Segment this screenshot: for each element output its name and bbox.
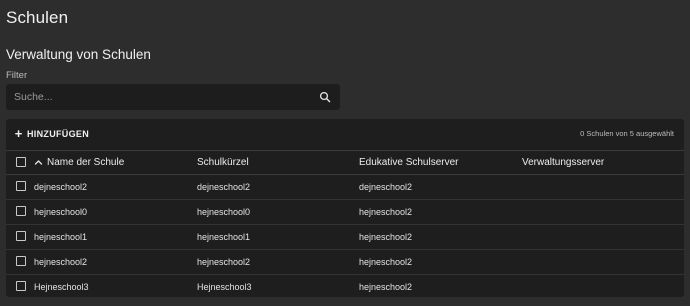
cell-school-code: Hejneschool3 [197, 282, 252, 292]
column-header-edu-server[interactable]: Edukative Schulserver [359, 151, 459, 174]
search-icon[interactable] [319, 91, 331, 103]
schools-table: + HINZUFÜGEN 0 Schulen von 5 ausgewählt … [6, 119, 684, 297]
add-school-button-label: HINZUFÜGEN [27, 129, 89, 139]
selection-status: 0 Schulen von 5 ausgewählt [580, 129, 674, 138]
add-school-button[interactable]: + HINZUFÜGEN [14, 127, 89, 141]
cell-school-name: Hejneschool3 [34, 282, 89, 292]
section-title: Verwaltung von Schulen [6, 47, 151, 62]
row-checkbox[interactable] [16, 206, 26, 216]
row-checkbox[interactable] [16, 281, 26, 291]
column-header-kurz[interactable]: Schulkürzel [197, 151, 249, 174]
cell-edu-server: hejneschool2 [359, 207, 413, 217]
table-header-row: Name der Schule Schulkürzel Edukative Sc… [6, 150, 684, 175]
cell-school-code: hejneschool2 [197, 257, 251, 267]
cell-edu-server: hejneschool2 [359, 282, 413, 292]
select-all-checkbox[interactable] [16, 157, 26, 167]
column-header-name[interactable]: Name der Schule [47, 151, 124, 174]
cell-school-code: hejneschool0 [197, 207, 251, 217]
cell-school-name: hejneschool0 [34, 207, 88, 217]
cell-school-code: dejneschool2 [197, 182, 251, 192]
filter-label: Filter [6, 70, 28, 81]
search-input[interactable] [14, 84, 314, 110]
cell-edu-server: hejneschool2 [359, 232, 413, 242]
cell-school-code: hejneschool1 [197, 232, 251, 242]
row-checkbox[interactable] [16, 181, 26, 191]
cell-edu-server: dejneschool2 [359, 182, 413, 192]
cell-edu-server: hejneschool2 [359, 257, 413, 267]
table-row[interactable]: hejneschool1 hejneschool1 hejneschool2 [6, 225, 684, 250]
cell-school-name: dejneschool2 [34, 182, 88, 192]
column-header-verw-server[interactable]: Verwaltungsserver [522, 151, 604, 174]
row-checkbox[interactable] [16, 231, 26, 241]
table-row[interactable]: hejneschool0 hejneschool0 hejneschool2 [6, 200, 684, 225]
search-box [6, 84, 340, 110]
table-row[interactable]: Hejneschool3 Hejneschool3 hejneschool2 [6, 275, 684, 297]
plus-icon: + [14, 126, 23, 141]
table-toolbar: + HINZUFÜGEN 0 Schulen von 5 ausgewählt [6, 119, 684, 150]
table-row[interactable]: dejneschool2 dejneschool2 dejneschool2 [6, 175, 684, 200]
table-row[interactable]: hejneschool2 hejneschool2 hejneschool2 [6, 250, 684, 275]
cell-school-name: hejneschool2 [34, 257, 88, 267]
row-checkbox[interactable] [16, 256, 26, 266]
cell-school-name: hejneschool1 [34, 232, 88, 242]
page-title: Schulen [6, 8, 69, 27]
arrow-up-icon[interactable] [34, 158, 43, 167]
